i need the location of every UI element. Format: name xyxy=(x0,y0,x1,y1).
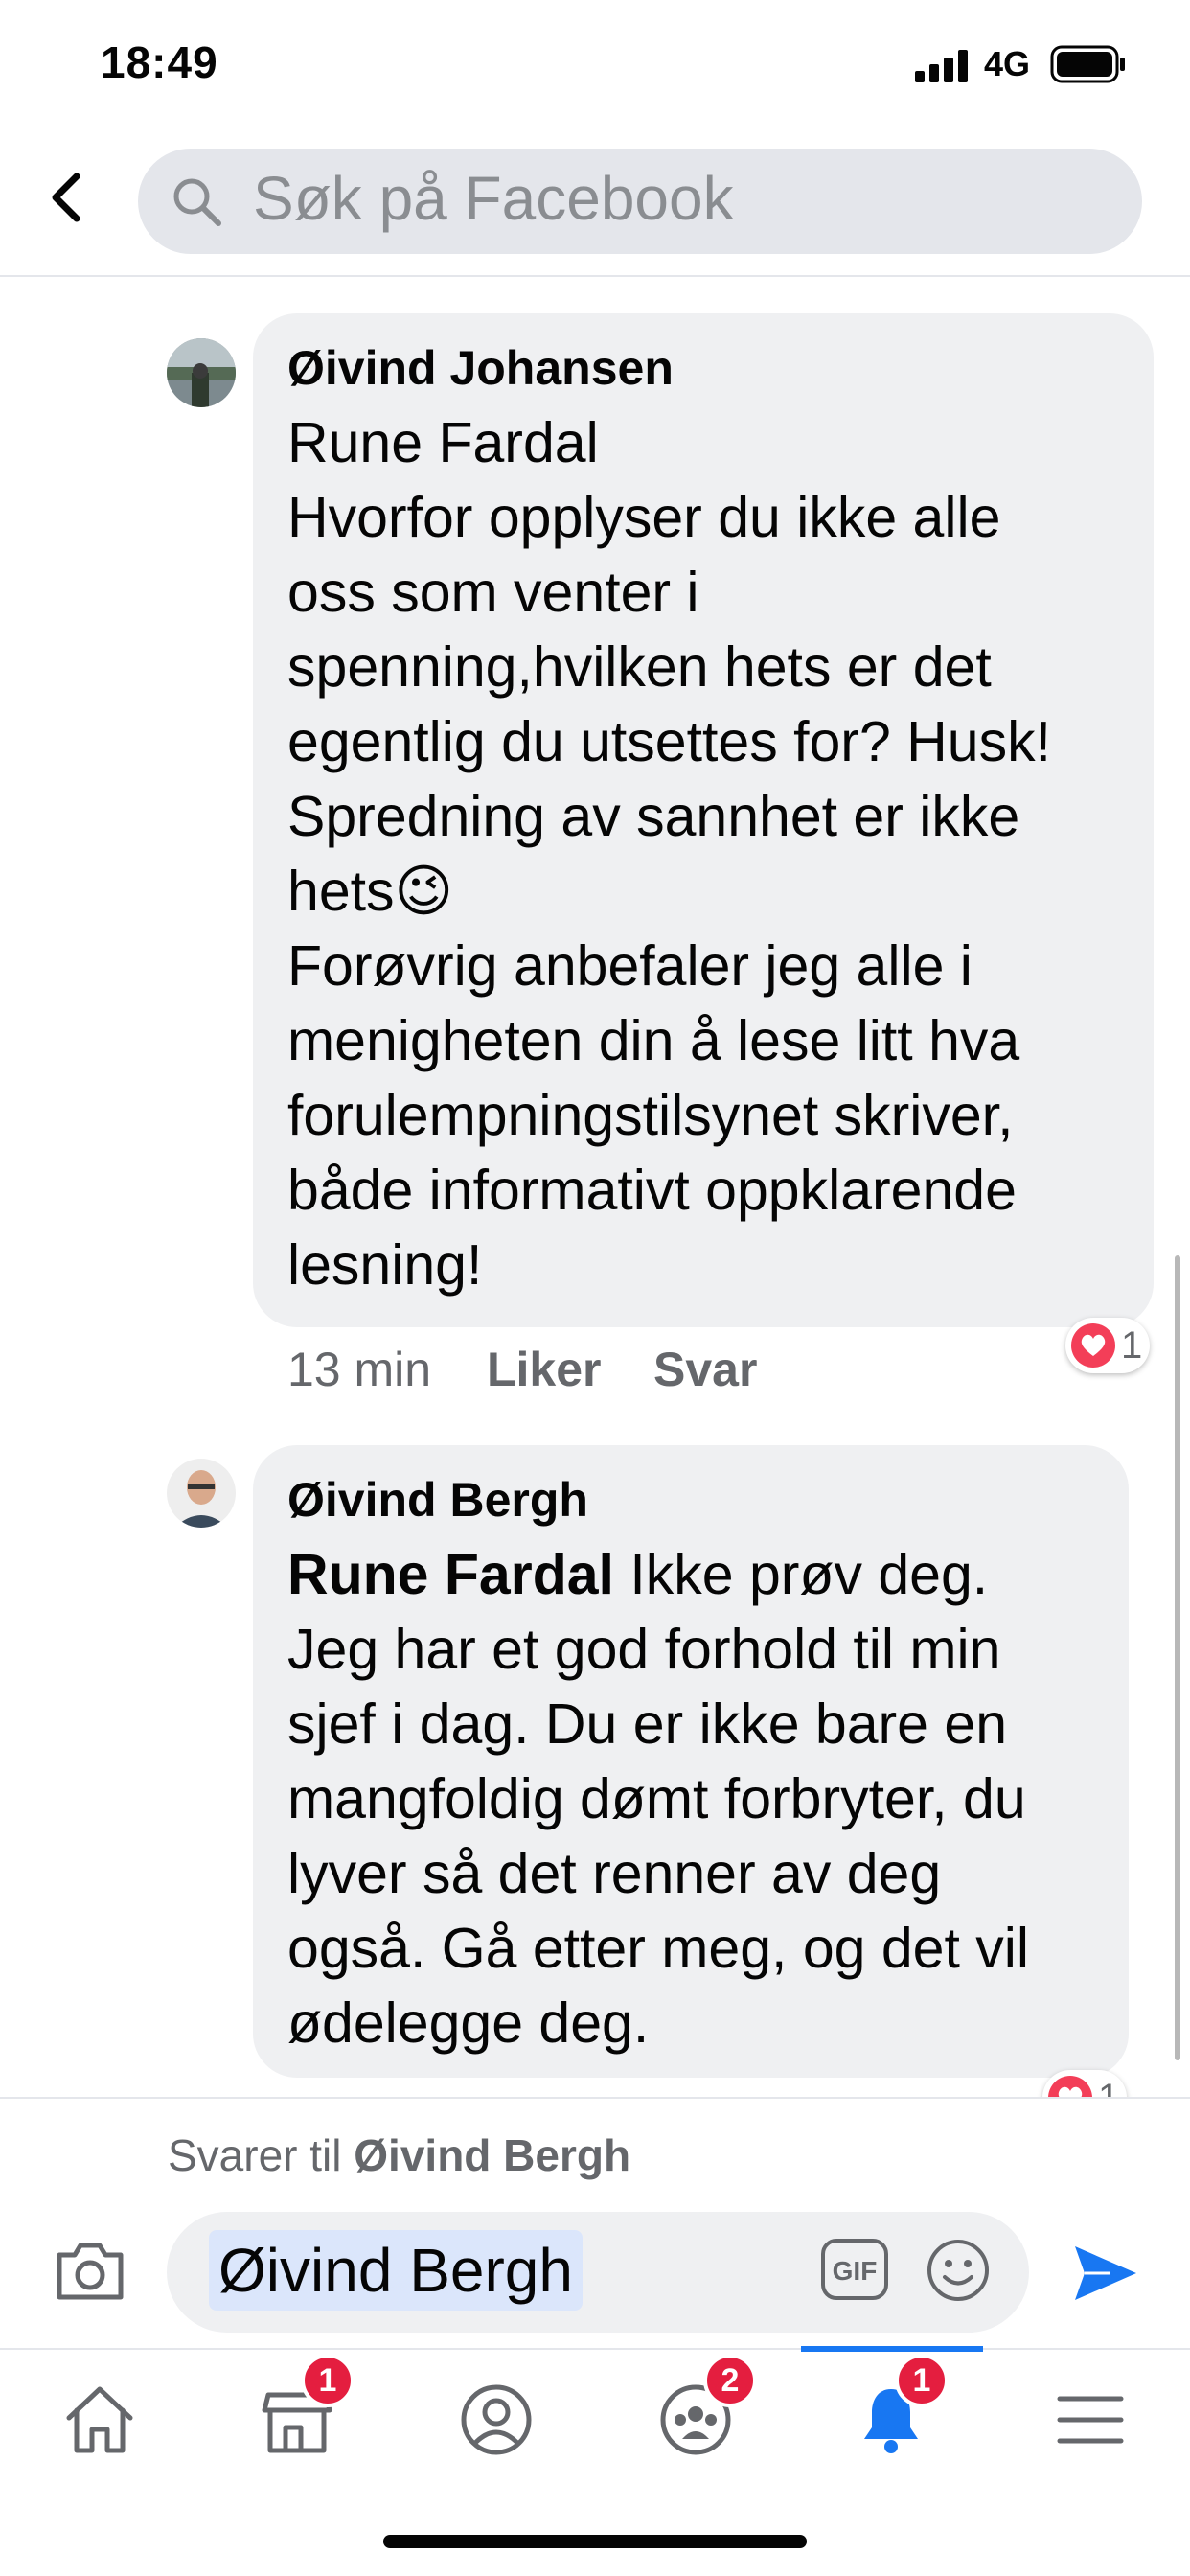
comment-author[interactable]: Øivind Johansen xyxy=(287,340,674,396)
input-mention-tag[interactable]: Øivind Bergh xyxy=(209,2230,583,2311)
replying-prefix: Svarer til xyxy=(168,2130,342,2180)
home-icon xyxy=(66,2386,133,2453)
replying-name: Øivind Bergh xyxy=(354,2130,631,2180)
avatar[interactable] xyxy=(167,338,236,407)
tab-home[interactable] xyxy=(42,2367,157,2472)
replying-to-label: Svarer til Øivind Bergh xyxy=(168,2129,630,2181)
header-divider xyxy=(0,275,1190,277)
battery-icon xyxy=(1050,45,1127,88)
menu-icon xyxy=(1057,2396,1124,2444)
camera-icon[interactable] xyxy=(54,2240,126,2308)
home-indicator xyxy=(383,2535,807,2548)
comment-author[interactable]: Øivind Bergh xyxy=(287,1472,588,1528)
heart-reaction-icon xyxy=(1071,1323,1115,1368)
composer-divider xyxy=(0,2097,1190,2099)
active-tab-indicator xyxy=(801,2346,983,2352)
tab-menu[interactable] xyxy=(1033,2367,1148,2472)
send-icon[interactable] xyxy=(1071,2242,1140,2309)
status-time: 18:49 xyxy=(101,37,218,87)
emoji-icon[interactable] xyxy=(926,2238,991,2308)
comment-text: Rune Fardal Hvorfor opplyser du ikke all… xyxy=(287,411,1051,1297)
signal-icon xyxy=(915,50,969,87)
profile-icon xyxy=(461,2384,532,2455)
comment-body: Ikke prøv deg. Jeg har et god forhold ti… xyxy=(287,1543,1029,2055)
notification-badge: 2 xyxy=(703,2354,757,2407)
tab-groups[interactable]: 2 xyxy=(638,2354,757,2472)
network-type: 4G xyxy=(984,44,1031,83)
comment-time: 13 min xyxy=(287,1343,432,1396)
notification-badge: 1 xyxy=(301,2354,355,2407)
tab-marketplace[interactable]: 1 xyxy=(240,2354,355,2472)
svg-text:GIF: GIF xyxy=(833,2256,878,2286)
reaction-count: 1 xyxy=(1121,1323,1143,1367)
avatar[interactable] xyxy=(167,1459,236,1528)
tab-bar-divider xyxy=(0,2348,1190,2350)
like-button[interactable]: Liker xyxy=(487,1342,602,1397)
reaction-badge[interactable]: 1 xyxy=(1065,1318,1151,1373)
search-placeholder: Søk på Facebook xyxy=(253,164,734,233)
scrollbar[interactable] xyxy=(1175,1255,1180,2060)
mention-link[interactable]: Rune Fardal xyxy=(287,1543,614,1606)
back-arrow-icon[interactable] xyxy=(46,171,88,229)
tab-notifications[interactable]: 1 xyxy=(834,2354,949,2472)
comment-text: Rune Fardal Ikke prøv deg. Jeg har et go… xyxy=(287,1537,1121,2060)
tab-profile[interactable] xyxy=(439,2367,554,2472)
search-icon xyxy=(171,175,224,234)
gif-icon[interactable]: GIF xyxy=(820,2238,889,2306)
reply-button[interactable]: Svar xyxy=(653,1342,757,1397)
notification-badge: 1 xyxy=(895,2354,949,2407)
